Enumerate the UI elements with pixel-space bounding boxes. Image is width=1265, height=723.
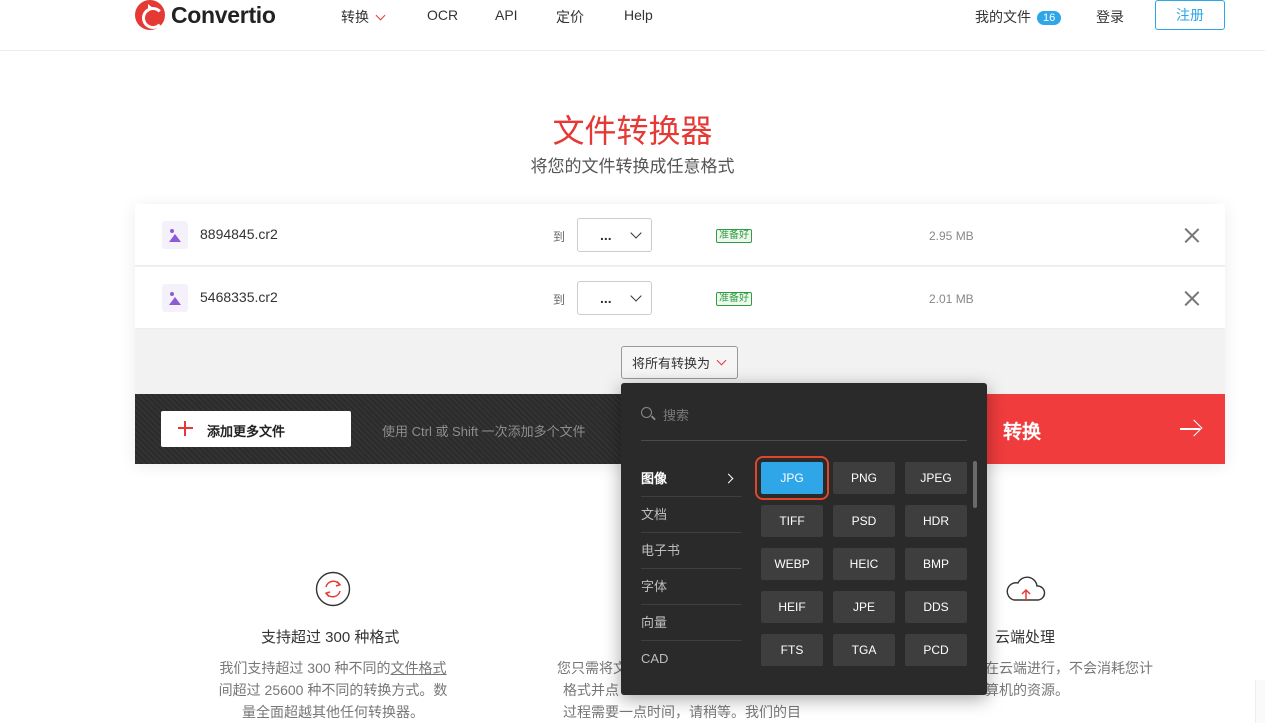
category-item-image[interactable]: 图像 <box>641 461 742 497</box>
category-label: CAD <box>641 651 669 666</box>
format-option-jpeg[interactable]: JPEG <box>905 462 967 494</box>
nav-convert-label: 转换 <box>341 9 369 25</box>
multi-select-hint: 使用 Ctrl 或 Shift 一次添加多个文件 <box>382 424 586 439</box>
file-row: 8894845.cr2 到 ... 准备好 2.95 MB <box>135 204 1225 266</box>
file-size: 2.95 MB <box>929 229 974 243</box>
status-badge: 准备好 <box>716 229 752 243</box>
file-size: 2.01 MB <box>929 292 974 306</box>
format-search-input[interactable] <box>663 404 943 426</box>
file-formats-link[interactable]: 文件格式 <box>391 660 447 676</box>
logo[interactable]: Convertio <box>135 0 276 30</box>
image-file-icon <box>162 221 188 249</box>
feature-text-line: 算机的资源。 <box>985 682 1069 698</box>
format-select-value: ... <box>600 290 612 306</box>
nav-help[interactable]: Help <box>624 7 653 23</box>
login-link[interactable]: 登录 <box>1096 7 1124 27</box>
to-label: 到 <box>553 230 566 244</box>
image-file-icon <box>162 284 188 312</box>
convert-all-dropdown[interactable]: 将所有转换为 <box>621 346 738 379</box>
format-option-tga[interactable]: TGA <box>833 634 895 666</box>
cloud-upload-icon <box>1006 576 1046 601</box>
nav-pricing[interactable]: 定价 <box>556 7 584 27</box>
remove-file-close-icon[interactable] <box>1184 290 1200 306</box>
register-button[interactable]: 注册 <box>1155 0 1225 30</box>
feature-text: 在云端进行，不会消耗您计 算机的资源。 <box>985 657 1160 701</box>
add-more-files-label: 添加更多文件 <box>207 424 286 439</box>
category-label: 图像 <box>641 471 668 486</box>
format-option-hdr[interactable]: HDR <box>905 505 967 537</box>
format-dropdown-popup: 图像 文档 电子书 字体 向量 CAD JPG PNG JPEG TIFF PS… <box>621 383 987 695</box>
chevron-down-icon <box>375 10 386 21</box>
convertio-logo-icon <box>135 0 165 30</box>
feature-text-line: 间超过 25600 种不同的转换方式。数 <box>218 682 448 698</box>
status-badge: 准备好 <box>716 292 752 306</box>
my-files-count-badge: 16 <box>1037 11 1062 25</box>
feature-title: 云端处理 <box>995 629 1056 646</box>
format-option-pcd[interactable]: PCD <box>905 634 967 666</box>
to-label: 到 <box>553 293 566 307</box>
category-item-document[interactable]: 文档 <box>641 497 742 533</box>
convert-button[interactable]: 转换 <box>987 394 1225 464</box>
format-option-psd[interactable]: PSD <box>833 505 895 537</box>
category-list: 图像 文档 电子书 字体 向量 CAD <box>641 461 742 677</box>
feature-text-line: 过程需要一点时间，请稍等。我们的目 <box>563 704 801 720</box>
format-option-bmp[interactable]: BMP <box>905 548 967 580</box>
format-option-dds[interactable]: DDS <box>905 591 967 623</box>
feature-text: 我们支持超过 300 种不同的文件格式 间超过 25600 种不同的转换方式。数… <box>205 657 461 723</box>
add-more-files-button[interactable]: 添加更多文件 <box>161 411 351 447</box>
file-row: 5468335.cr2 到 ... 准备好 2.01 MB <box>135 267 1225 329</box>
nav-convert[interactable]: 转换 <box>341 7 386 27</box>
plus-icon <box>178 421 193 436</box>
chevron-right-icon <box>723 473 734 484</box>
format-search <box>641 401 967 441</box>
format-option-tiff[interactable]: TIFF <box>761 505 823 537</box>
my-files-link[interactable]: 我的文件 16 <box>975 7 1062 27</box>
format-list-scrollbar[interactable] <box>973 461 977 508</box>
refresh-icon <box>315 571 351 607</box>
top-header: Convertio 转换 OCR API 定价 Help 我的文件 16 登录 注… <box>0 0 1265 51</box>
category-item-vector[interactable]: 向量 <box>641 605 742 641</box>
file-name: 8894845.cr2 <box>200 226 278 242</box>
convert-all-label: 将所有转换为 <box>632 356 711 371</box>
format-option-jpg[interactable]: JPG <box>755 456 829 500</box>
format-option-fts[interactable]: FTS <box>761 634 823 666</box>
feature-text-line: 在云端进行，不会消耗您计 <box>985 660 1153 676</box>
arrow-right-icon <box>1180 428 1200 430</box>
category-item-cad[interactable]: CAD <box>641 641 742 677</box>
format-select[interactable]: ... <box>577 218 652 252</box>
feature-title: 支持超过 300 种格式 <box>261 629 400 646</box>
format-select[interactable]: ... <box>577 281 652 315</box>
page-subtitle: 将您的文件转换成任意格式 <box>530 157 735 176</box>
remove-file-close-icon[interactable] <box>1184 227 1200 243</box>
format-option-heic[interactable]: HEIC <box>833 548 895 580</box>
brand-name: Convertio <box>171 1 276 28</box>
format-option-png[interactable]: PNG <box>833 462 895 494</box>
my-files-label: 我的文件 <box>975 9 1031 25</box>
feature-text-line-1: 我们支持超过 300 种不同的文件格式 <box>219 660 447 676</box>
side-widget-edge <box>1255 680 1265 723</box>
format-option-heif[interactable]: HEIF <box>761 591 823 623</box>
format-select-value: ... <box>600 227 612 243</box>
chevron-down-icon <box>630 290 642 302</box>
nav-ocr[interactable]: OCR <box>427 7 458 23</box>
chevron-down-icon <box>630 227 642 239</box>
page-title: 文件转换器 <box>552 113 713 149</box>
category-label: 向量 <box>641 615 668 630</box>
feature-text-line: 量全面超越其他任何转换器。 <box>242 704 424 720</box>
chevron-down-icon <box>716 355 727 366</box>
category-item-font[interactable]: 字体 <box>641 569 742 605</box>
category-item-ebook[interactable]: 电子书 <box>641 533 742 569</box>
format-option-webp[interactable]: WEBP <box>761 548 823 580</box>
search-icon <box>641 407 655 421</box>
convert-button-label: 转换 <box>1003 422 1042 443</box>
format-grid: JPG PNG JPEG TIFF PSD HDR WEBP HEIC BMP … <box>755 456 967 666</box>
file-name: 5468335.cr2 <box>200 289 278 305</box>
feature-text-line: 我们支持超过 300 种不同的文件格式 <box>205 657 461 679</box>
category-label: 文档 <box>641 507 668 522</box>
category-label: 字体 <box>641 579 668 594</box>
format-option-jpe[interactable]: JPE <box>833 591 895 623</box>
category-label: 电子书 <box>641 543 681 558</box>
nav-api[interactable]: API <box>495 7 518 23</box>
